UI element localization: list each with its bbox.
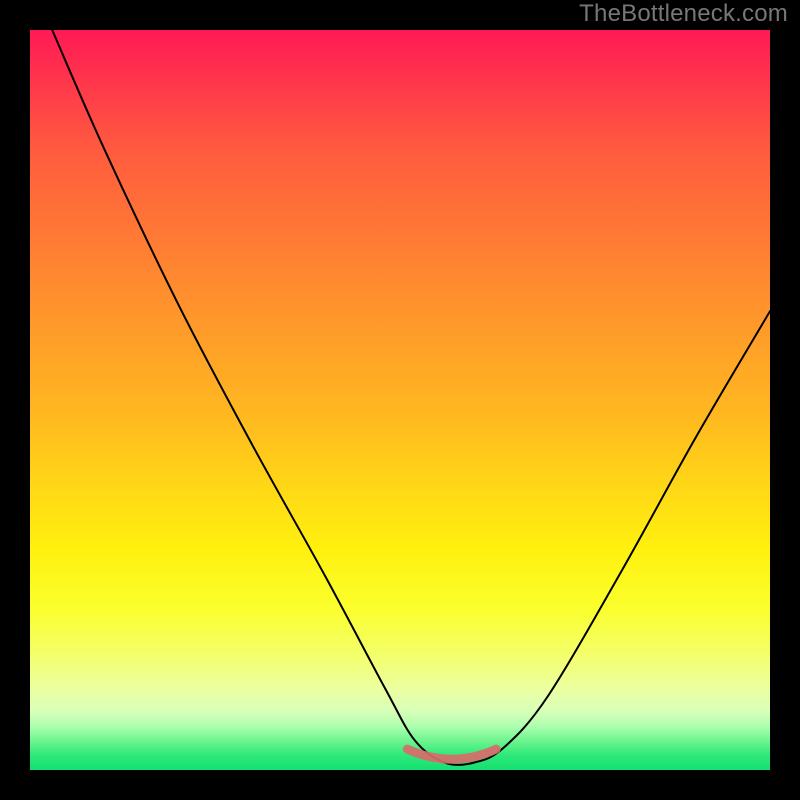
plot-area — [30, 30, 770, 770]
optimal-band-marker — [407, 749, 496, 759]
watermark-label: TheBottleneck.com — [579, 0, 788, 28]
chart-frame: TheBottleneck.com — [0, 0, 800, 800]
chart-overlay — [30, 30, 770, 770]
bottleneck-curve — [52, 30, 770, 765]
